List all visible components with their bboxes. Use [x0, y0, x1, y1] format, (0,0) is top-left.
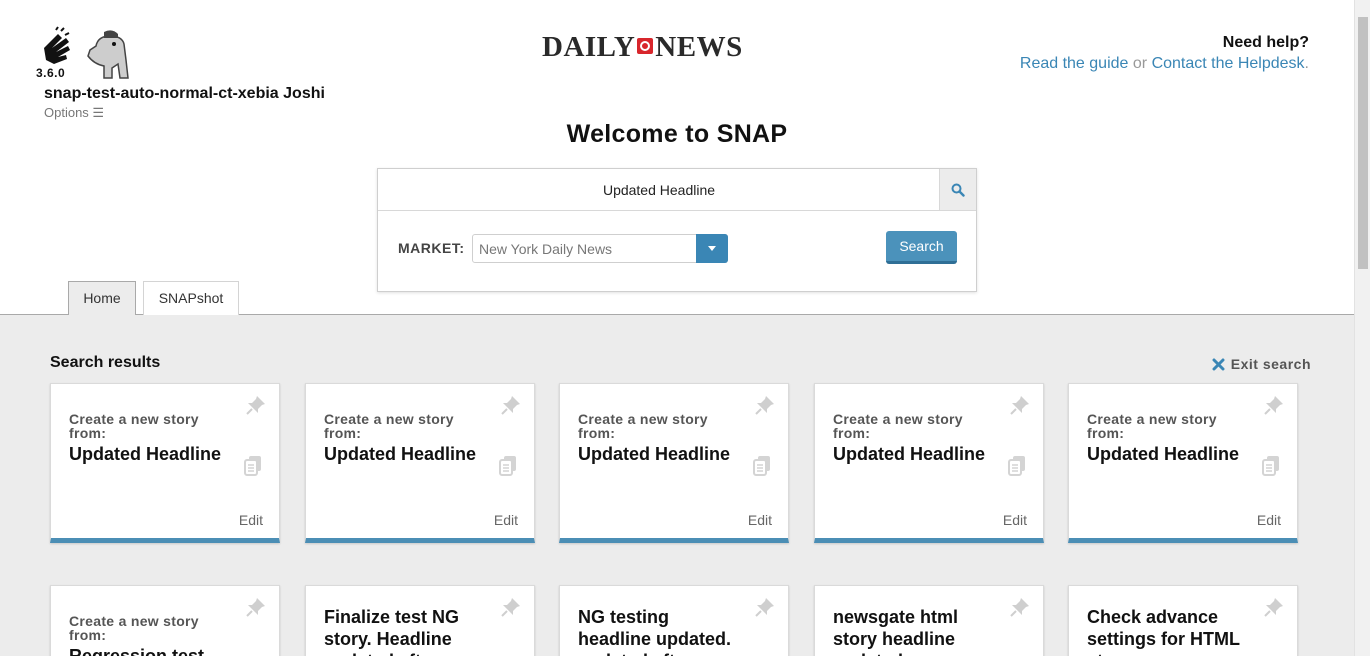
caret-down-icon	[708, 245, 716, 251]
story-card[interactable]: Create a new story from: Updated Headlin…	[305, 383, 535, 543]
card-headline: Updated Headline	[578, 444, 731, 464]
card-headline: Updated Headline	[1087, 444, 1240, 464]
app-version: 3.6.0	[36, 66, 66, 80]
exit-search-button[interactable]: Exit search	[1212, 356, 1311, 372]
read-guide-link[interactable]: Read the guide	[1020, 55, 1129, 72]
help-period: .	[1304, 55, 1309, 72]
search-icon-button[interactable]	[939, 169, 976, 210]
masthead-right: NEWS	[655, 31, 743, 63]
card-headline: Updated Headline	[324, 444, 477, 464]
card-label: Create a new story from:	[69, 613, 199, 643]
market-select[interactable]: New York Daily News	[472, 234, 728, 263]
search-input[interactable]	[378, 169, 940, 210]
story-card[interactable]: Create a new story from: Updated Headlin…	[1068, 383, 1298, 543]
scrollbar-thumb[interactable]	[1358, 17, 1368, 269]
copy-icon[interactable]	[498, 454, 518, 476]
search-row	[378, 169, 976, 211]
card-label: Create a new story from:	[833, 411, 963, 441]
market-dropdown-toggle[interactable]	[696, 234, 728, 263]
story-card[interactable]: Create a new story from: Updated Headlin…	[814, 383, 1044, 543]
help-or-text: or	[1132, 55, 1148, 72]
username: snap-test-auto-normal-ct-xebia Joshi	[44, 85, 325, 102]
tab-snapshot[interactable]: SNAPshot	[143, 281, 239, 315]
story-card[interactable]: Create a new story from: Regression test	[50, 585, 280, 656]
card-title: Check advance settings for HTML story	[1087, 607, 1240, 656]
copy-icon[interactable]	[752, 454, 772, 476]
edit-link[interactable]: Edit	[1257, 512, 1281, 528]
copy-icon[interactable]	[1007, 454, 1027, 476]
search-icon	[951, 183, 965, 197]
help-links: Read the guide or Contact the Helpdesk.	[1020, 55, 1309, 73]
card-headline: Updated Headline	[833, 444, 986, 464]
page-title: Welcome to SNAP	[566, 120, 788, 148]
story-card[interactable]: Check advance settings for HTML story	[1068, 585, 1298, 656]
copy-icon[interactable]	[1261, 454, 1281, 476]
pin-icon[interactable]	[754, 596, 776, 618]
vertical-scrollbar[interactable]	[1354, 0, 1370, 656]
copy-icon[interactable]	[243, 454, 263, 476]
pin-icon[interactable]	[245, 596, 267, 618]
options-menu[interactable]: Options ☰	[44, 105, 104, 121]
pin-icon[interactable]	[1009, 394, 1031, 416]
story-card[interactable]: Create a new story from: Updated Headlin…	[50, 383, 280, 543]
pin-icon[interactable]	[1009, 596, 1031, 618]
pin-icon[interactable]	[1263, 394, 1285, 416]
masthead-left: DAILY	[542, 31, 636, 63]
card-label: Create a new story from:	[578, 411, 708, 441]
help-title: Need help?	[1222, 34, 1309, 51]
pin-icon[interactable]	[500, 394, 522, 416]
card-headline: Updated Headline	[69, 444, 222, 464]
card-title: NG testing headline updated. updated aft…	[578, 607, 732, 656]
card-headline: Regression test	[69, 646, 205, 656]
search-panel: MARKET: New York Daily News Search	[377, 168, 977, 292]
exit-search-label: Exit search	[1230, 356, 1311, 372]
search-results-title: Search results	[50, 354, 161, 371]
pin-icon[interactable]	[754, 394, 776, 416]
daily-news-logo: DAILY NEWS	[542, 31, 743, 64]
dino-mascot-icon	[87, 30, 129, 79]
snap-hand-logo-icon	[44, 26, 70, 64]
card-label: Create a new story from:	[1087, 411, 1217, 441]
contact-helpdesk-link[interactable]: Contact the Helpdesk	[1152, 55, 1305, 72]
pin-icon[interactable]	[500, 596, 522, 618]
masthead-emblem-icon	[637, 38, 654, 54]
story-card[interactable]: Create a new story from: Updated Headlin…	[559, 383, 789, 543]
market-selected-value: New York Daily News	[479, 241, 613, 257]
close-icon	[1212, 358, 1225, 370]
tab-home[interactable]: Home	[68, 281, 136, 315]
card-label: Create a new story from:	[69, 411, 199, 441]
search-button[interactable]: Search	[886, 231, 957, 264]
story-card[interactable]: Finalize test NG story. Headline updated…	[305, 585, 535, 656]
card-label: Create a new story from:	[324, 411, 454, 441]
pin-icon[interactable]	[245, 394, 267, 416]
edit-link[interactable]: Edit	[239, 512, 263, 528]
market-label: MARKET:	[398, 240, 465, 256]
story-card[interactable]: newsgate html story headline updated	[814, 585, 1044, 656]
edit-link[interactable]: Edit	[748, 512, 772, 528]
story-card[interactable]: NG testing headline updated. updated aft…	[559, 585, 789, 656]
pin-icon[interactable]	[1263, 596, 1285, 618]
card-title: newsgate html story headline updated	[833, 607, 959, 656]
edit-link[interactable]: Edit	[1003, 512, 1027, 528]
card-title: Finalize test NG story. Headline updated…	[324, 607, 460, 656]
edit-link[interactable]: Edit	[494, 512, 518, 528]
